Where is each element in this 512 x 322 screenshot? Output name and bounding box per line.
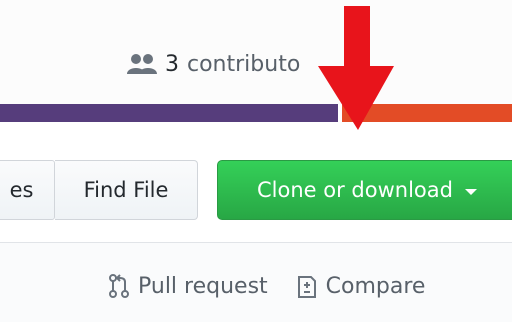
red-arrow-annotation [318, 6, 394, 130]
contributors-link[interactable]: 3 contributo [127, 46, 300, 82]
pull-request-link[interactable]: Pull request [108, 273, 268, 299]
language-segment-1[interactable] [0, 104, 338, 122]
contributors-count: 3 [165, 51, 179, 77]
caret-down-icon [464, 188, 477, 195]
find-file-label: Find File [83, 178, 169, 202]
clone-download-button[interactable]: Clone or download [217, 160, 512, 220]
upload-files-label: es [9, 178, 34, 202]
compare-label: Compare [325, 273, 426, 299]
contributors-row: 3 contributo [0, 0, 512, 104]
compare-link[interactable]: Compare [296, 273, 426, 299]
clone-download-label: Clone or download [257, 178, 453, 202]
repo-page-crop: 3 contributo es Find File Clone or downl… [0, 0, 512, 322]
people-icon [127, 53, 157, 75]
diff-icon [296, 273, 318, 299]
file-toolbar: es Find File Clone or download [0, 122, 512, 243]
find-file-button[interactable]: Find File [55, 160, 198, 220]
pull-request-label: Pull request [138, 273, 268, 299]
language-bar[interactable] [0, 104, 512, 122]
upload-files-button[interactable]: es [0, 160, 55, 220]
compare-bar: Pull request Compare [0, 243, 512, 322]
contributors-label: contributo [187, 51, 301, 77]
git-pull-request-icon [108, 273, 130, 299]
